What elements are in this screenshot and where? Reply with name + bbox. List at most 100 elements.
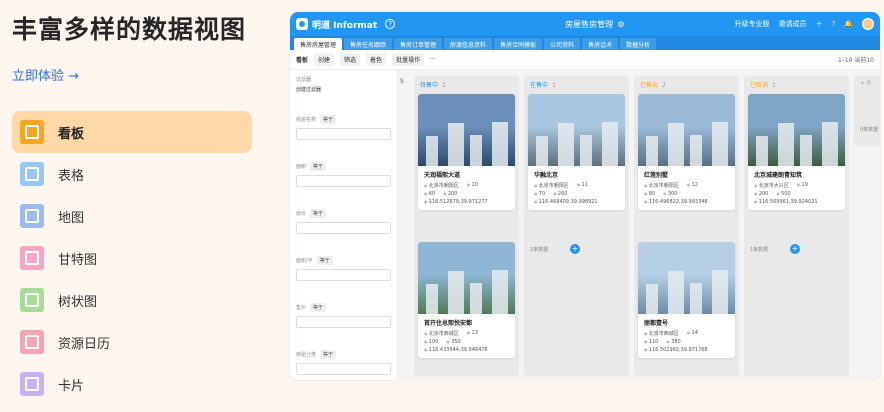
column-header[interactable]: 已售出 2 xyxy=(634,76,739,90)
filter-button[interactable]: 筛选 xyxy=(340,53,361,66)
price: 500 xyxy=(776,191,791,197)
tab-7[interactable]: 数据分析 xyxy=(620,38,657,50)
house-info-row: 北京市西城区 14 xyxy=(638,329,735,338)
house-card[interactable]: 华融北京北京市朝阳区 11 70 260 116.469409,39.998921 xyxy=(528,94,625,210)
invite-button[interactable]: 邀请成员 xyxy=(779,19,807,29)
filter-operator[interactable]: 等于 xyxy=(320,115,337,124)
floors: 12 xyxy=(687,182,698,189)
house-card[interactable]: 首开住总熙悦安都北京市西城区 13 100 350 116.433644,39.9464… xyxy=(418,242,515,358)
tab-3[interactable]: 房源信息资料 xyxy=(444,38,493,50)
try-now-link[interactable]: 立即体验 → xyxy=(12,65,79,84)
view-name[interactable]: 看板 xyxy=(296,55,308,64)
filter-operator[interactable]: 等于 xyxy=(316,256,333,265)
filter-operator[interactable]: 等于 xyxy=(310,209,327,218)
tab-4[interactable]: 售房合同模板 xyxy=(494,38,543,50)
coordinates: 116.496822,39.993348 xyxy=(644,199,708,205)
avatar[interactable] xyxy=(862,18,874,30)
house-name: 华融北京 xyxy=(534,172,559,179)
filter-row: 面积/平 等于 xyxy=(296,256,391,281)
filter-input[interactable] xyxy=(296,269,391,281)
pager[interactable]: 1–10 当前10 xyxy=(838,55,874,64)
add-filter-button[interactable]: 创建过滤器 xyxy=(296,86,391,93)
tab-0[interactable]: 售房房屋管理 xyxy=(294,38,343,50)
filter-row: 房价 等于 xyxy=(296,209,391,234)
view-type-list: 看板表格地图甘特图树状图 资源日历 卡片 xyxy=(12,111,252,405)
kanban-column-new[interactable]: + 0 0条数据 xyxy=(854,76,880,146)
coordinates: 116.512679,39.971277 xyxy=(424,199,488,205)
house-photo xyxy=(638,242,735,314)
view-item-3[interactable]: 甘特图 xyxy=(12,237,252,279)
add-card-button[interactable]: + xyxy=(790,244,800,254)
tab-2[interactable]: 售房订单管理 xyxy=(394,38,443,50)
batch-button[interactable]: 批量操作 xyxy=(392,53,425,66)
bell-icon[interactable]: 🔔 xyxy=(844,20,853,28)
question-icon[interactable]: ? xyxy=(832,20,836,28)
tab-1[interactable]: 售房任务跟踪 xyxy=(344,38,393,50)
filter-operator[interactable]: 等于 xyxy=(320,350,337,359)
filter-input[interactable] xyxy=(296,128,391,140)
page-title: 丰富多样的数据视图 xyxy=(12,15,247,44)
app-topbar: 明道 Informat ? 房屋售房管理 ⚙ 升级专业版 邀请成员 ＋ ? 🔔 xyxy=(290,12,880,36)
house-info-row: 116.433644,39.946476 xyxy=(418,346,515,358)
house-card[interactable]: 丽都壹号北京市西城区 14 110 380 116.502992,39.971768 xyxy=(638,242,735,358)
house-card[interactable]: 红莲别墅北京市朝阳区 12 80 300 116.496822,39.993348 xyxy=(638,94,735,210)
column-title: 待售中 xyxy=(420,82,439,89)
view-item-2[interactable]: 地图 xyxy=(12,195,252,237)
create-button[interactable]: 创建 xyxy=(314,53,335,66)
price: 350 xyxy=(446,339,461,345)
swimlane-handle[interactable]: S xyxy=(400,78,404,85)
house-info-row: 80 300 xyxy=(638,190,735,198)
filter-operator[interactable]: 等于 xyxy=(310,303,327,312)
color-button[interactable]: 着色 xyxy=(366,53,387,66)
view-item-6[interactable]: 卡片 xyxy=(12,363,252,405)
app-logo[interactable]: 明道 Informat xyxy=(296,18,377,31)
house-name: 红莲别墅 xyxy=(644,172,669,179)
table-icon xyxy=(20,162,44,186)
help-icon[interactable]: ? xyxy=(385,19,396,29)
filter-label: 房价 等于 xyxy=(296,209,391,218)
filter-input[interactable] xyxy=(296,175,391,187)
view-item-label: 表格 xyxy=(58,168,85,184)
column-count: 2 xyxy=(442,82,446,89)
column-header[interactable]: 待售中 2 xyxy=(414,76,519,90)
more-icon[interactable]: ··· xyxy=(430,56,436,63)
tab-6[interactable]: 售房话术 xyxy=(582,38,619,50)
house-info-row: 60 200 xyxy=(418,190,515,198)
view-item-5[interactable]: 资源日历 xyxy=(12,321,252,363)
topbar-actions: 升级专业版 邀请成员 ＋ ? 🔔 xyxy=(735,18,874,30)
settings-icon[interactable]: ⚙ xyxy=(617,20,624,29)
coordinates: 116.469409,39.998921 xyxy=(534,199,598,205)
add-card-button[interactable]: + xyxy=(570,244,580,254)
view-item-label: 甘特图 xyxy=(58,252,98,268)
coordinates: 116.569961,39.924021 xyxy=(754,199,818,205)
house-info-row: 200 500 xyxy=(748,190,845,198)
tab-5[interactable]: 公司资料 xyxy=(544,38,581,50)
view-item-1[interactable]: 表格 xyxy=(12,153,252,195)
card-icon xyxy=(20,372,44,396)
filter-input[interactable] xyxy=(296,363,391,375)
filter-input[interactable] xyxy=(296,222,391,234)
view-item-4[interactable]: 树状图 xyxy=(12,279,252,321)
filter-operator[interactable]: 等于 xyxy=(310,162,327,171)
house-card[interactable]: 北京城建朗青知筑北京市大兴区 19 200 500 116.569961,39.9240… xyxy=(748,94,845,210)
house-info-row: 北京市朝阳区 10 xyxy=(418,181,515,190)
district: 北京市西城区 xyxy=(644,330,679,337)
column-title: 已取消 xyxy=(750,82,769,89)
price: 380 xyxy=(666,339,681,345)
add-icon[interactable]: ＋ xyxy=(816,19,823,29)
logo-icon xyxy=(296,18,308,30)
house-card[interactable]: 天润福熙大道北京市朝阳区 10 60 200 116.512679,39.971277 xyxy=(418,94,515,210)
app-title-text: 房屋售房管理 xyxy=(565,19,614,29)
view-item-0[interactable]: 看板 xyxy=(12,111,252,153)
column-header[interactable]: 在售中 1 xyxy=(524,76,629,90)
area: 200 xyxy=(754,191,769,197)
district: 北京市朝阳区 xyxy=(534,182,569,189)
column-header[interactable]: 已取消 1 xyxy=(744,76,849,90)
floors: 19 xyxy=(797,182,808,189)
filter-field-name: 房屋分类 xyxy=(296,352,317,358)
filter-input[interactable] xyxy=(296,316,391,328)
brand-name: 明道 Informat xyxy=(312,20,378,31)
filter-title: 过滤器 xyxy=(296,77,312,83)
upgrade-button[interactable]: 升级专业版 xyxy=(735,19,770,29)
area: 70 xyxy=(534,191,545,197)
